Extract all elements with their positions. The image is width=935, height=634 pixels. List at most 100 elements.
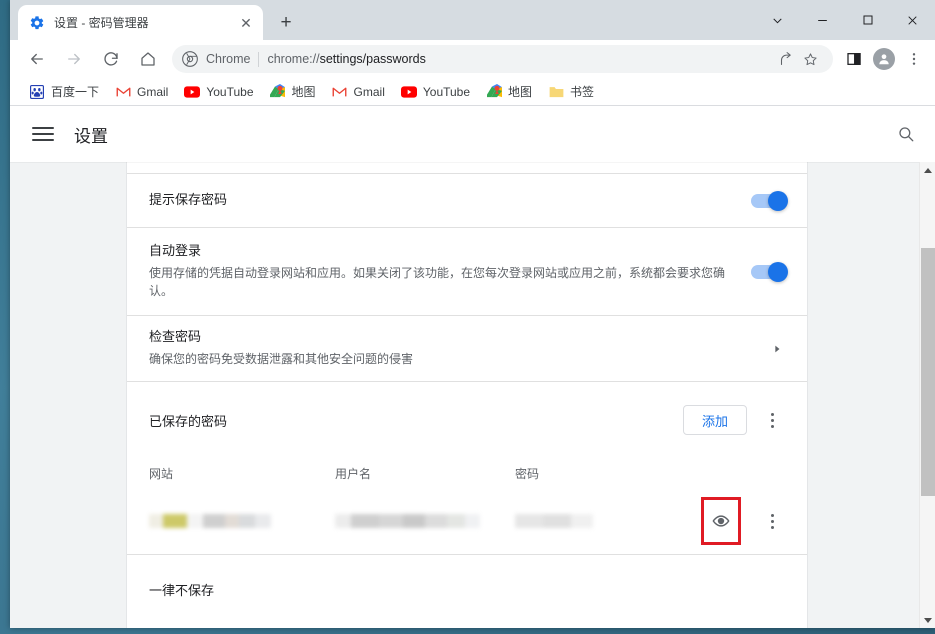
bookmark-maps-1[interactable]: 地图 bbox=[263, 81, 323, 103]
never-saved-section: 一律不保存 bbox=[127, 554, 807, 624]
setting-row-check-passwords[interactable]: 检查密码 确保您的密码免受数据泄露和其他安全问题的侵害 bbox=[127, 316, 807, 383]
bookmark-label: Gmail bbox=[137, 84, 169, 99]
browser-window: 设置 - 密码管理器 ✕ + Chrome chrome://settings/… bbox=[10, 0, 935, 628]
setting-subtitle: 确保您的密码免受数据泄露和其他安全问题的侵害 bbox=[149, 352, 414, 367]
setting-subtitle: 使用存储的凭据自动登录网站和应用。如果关闭了该功能，在您每次登录网站或应用之前，… bbox=[149, 265, 726, 299]
tab-title: 设置 - 密码管理器 bbox=[54, 16, 149, 30]
bookmark-label: YouTube bbox=[422, 84, 471, 99]
row-texts: 检查密码 确保您的密码免受数据泄露和其他安全问题的侵害 bbox=[149, 328, 769, 368]
scrollbar-thumb[interactable] bbox=[921, 248, 935, 496]
redacted-site-value bbox=[149, 514, 271, 529]
gmail-icon bbox=[115, 84, 131, 100]
page-title: 设置 bbox=[74, 126, 108, 146]
show-password-button-wrapper[interactable] bbox=[701, 497, 741, 546]
column-header-username: 用户名 bbox=[335, 466, 372, 481]
redacted-username-value bbox=[335, 514, 480, 529]
cell-site bbox=[149, 514, 335, 529]
settings-content-card: 提示保存密码 自动登录 使用存储的凭据自动登录网站和应用。如果关闭了该功能，在您… bbox=[126, 162, 808, 628]
tab-strip: 设置 - 密码管理器 ✕ + bbox=[10, 0, 935, 40]
window-controls bbox=[755, 0, 935, 40]
saved-passwords-table: 网站 用户名 密码 bbox=[127, 458, 807, 554]
bookmark-gmail-2[interactable]: Gmail bbox=[325, 81, 392, 103]
column-header-password: 密码 bbox=[515, 466, 540, 481]
avatar[interactable] bbox=[871, 46, 897, 72]
home-icon[interactable] bbox=[135, 46, 161, 72]
search-icon[interactable] bbox=[893, 121, 919, 147]
cell-password bbox=[515, 514, 651, 529]
bookmark-youtube-1[interactable]: YouTube bbox=[177, 81, 260, 103]
close-icon[interactable] bbox=[890, 4, 935, 36]
table-header-row: 网站 用户名 密码 bbox=[149, 458, 785, 488]
bookmarks-bar: 百度一下 Gmail YouTube 地图 Gmail YouTube 地图 书… bbox=[10, 78, 935, 106]
vertical-scrollbar[interactable] bbox=[919, 162, 935, 628]
scroll-down-button[interactable] bbox=[920, 612, 935, 628]
omnibox-divider bbox=[258, 51, 260, 67]
bookmark-youtube-2[interactable]: YouTube bbox=[394, 81, 477, 103]
close-icon[interactable]: ✕ bbox=[237, 14, 255, 32]
gmail-icon bbox=[332, 84, 348, 100]
setting-title: 提示保存密码 bbox=[149, 192, 228, 208]
new-tab-button[interactable]: + bbox=[272, 9, 300, 37]
minimize-icon[interactable] bbox=[800, 4, 845, 36]
chevron-right-icon bbox=[769, 344, 785, 354]
bookmark-label: Gmail bbox=[353, 84, 385, 99]
share-icon[interactable] bbox=[775, 48, 797, 70]
setting-title: 检查密码 bbox=[149, 329, 202, 345]
browser-tab[interactable]: 设置 - 密码管理器 ✕ bbox=[18, 5, 263, 40]
eye-icon[interactable] bbox=[712, 512, 730, 530]
three-dot-menu-icon[interactable] bbox=[759, 508, 785, 534]
setting-title: 自动登录 bbox=[149, 243, 202, 258]
toggle-prompt-save-password[interactable] bbox=[751, 190, 788, 211]
folder-icon bbox=[548, 84, 564, 100]
settings-header: 设置 bbox=[10, 106, 935, 162]
bookmark-baidu[interactable]: 百度一下 bbox=[22, 81, 106, 103]
redacted-password-value bbox=[515, 514, 593, 529]
toggle-knob bbox=[768, 190, 788, 211]
star-icon[interactable] bbox=[799, 48, 821, 70]
bookmark-maps-2[interactable]: 地图 bbox=[479, 81, 539, 103]
cell-username bbox=[335, 514, 515, 529]
address-bar[interactable]: Chrome chrome://settings/passwords bbox=[172, 45, 833, 73]
maps-icon bbox=[270, 84, 286, 100]
row-texts: 自动登录 使用存储的凭据自动登录网站和应用。如果关闭了该功能，在您每次登录网站或… bbox=[149, 242, 751, 301]
settings-scroll-area: 提示保存密码 自动登录 使用存储的凭据自动登录网站和应用。如果关闭了该功能，在您… bbox=[10, 162, 935, 628]
column-header-site: 网站 bbox=[149, 466, 174, 481]
maximize-icon[interactable] bbox=[845, 4, 890, 36]
bookmark-gmail-1[interactable]: Gmail bbox=[108, 81, 175, 103]
three-dot-menu-icon[interactable] bbox=[901, 46, 927, 72]
youtube-icon bbox=[184, 84, 201, 100]
setting-row-prompt-save-password[interactable]: 提示保存密码 bbox=[127, 174, 807, 228]
add-password-button[interactable]: 添加 bbox=[682, 405, 747, 436]
security-label: Chrome bbox=[206, 52, 251, 66]
chrome-logo-icon bbox=[182, 51, 198, 67]
browser-toolbar: Chrome chrome://settings/passwords bbox=[10, 40, 935, 78]
setting-row-auto-signin[interactable]: 自动登录 使用存储的凭据自动登录网站和应用。如果关闭了该功能，在您每次登录网站或… bbox=[127, 228, 807, 317]
side-panel-icon[interactable] bbox=[841, 46, 867, 72]
settings-gear-icon bbox=[29, 15, 45, 31]
bookmark-label: YouTube bbox=[206, 84, 254, 99]
reload-icon[interactable] bbox=[98, 46, 124, 72]
never-saved-title: 一律不保存 bbox=[149, 583, 215, 599]
clipped-partial-row bbox=[127, 162, 807, 174]
bookmark-label: 地图 bbox=[508, 85, 533, 99]
back-icon[interactable] bbox=[24, 46, 50, 72]
saved-passwords-title: 已保存的密码 bbox=[149, 413, 228, 429]
table-row[interactable] bbox=[149, 488, 785, 554]
bookmark-label: 百度一下 bbox=[51, 85, 100, 99]
bookmark-label: 地图 bbox=[291, 85, 316, 99]
saved-passwords-header: 已保存的密码 添加 bbox=[127, 382, 807, 458]
hamburger-menu-icon[interactable] bbox=[32, 123, 54, 145]
tab-search-icon[interactable] bbox=[755, 4, 800, 36]
maps-icon bbox=[486, 84, 502, 100]
bookmark-label: 书签 bbox=[570, 85, 595, 99]
baidu-icon bbox=[29, 84, 45, 100]
scroll-up-button[interactable] bbox=[920, 162, 935, 178]
youtube-icon bbox=[400, 84, 417, 100]
bookmark-folder[interactable]: 书签 bbox=[541, 81, 601, 103]
three-dot-menu-icon[interactable] bbox=[759, 407, 785, 433]
row-texts: 提示保存密码 bbox=[149, 191, 751, 210]
url-text: chrome://settings/passwords bbox=[267, 52, 426, 66]
toggle-auto-signin[interactable] bbox=[751, 261, 788, 282]
forward-icon bbox=[61, 46, 87, 72]
clipped-row-text bbox=[149, 162, 152, 167]
